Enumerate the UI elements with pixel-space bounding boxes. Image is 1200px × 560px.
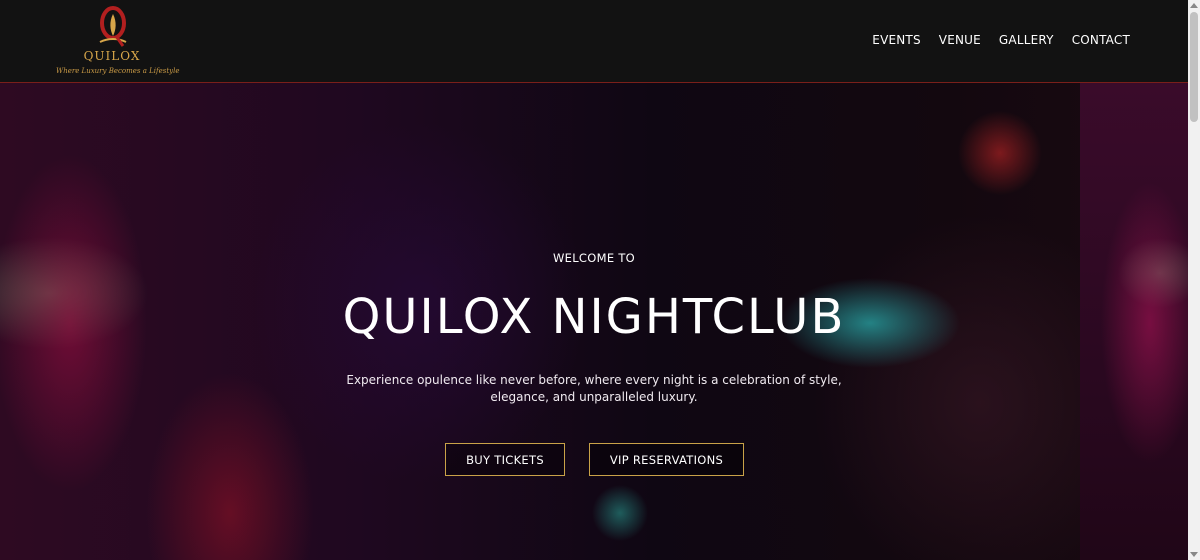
hero-subtitle: Experience opulence like never before, w… xyxy=(346,373,842,404)
scroll-down-arrow-icon[interactable] xyxy=(1190,552,1198,557)
site-logo[interactable]: QUILOX Where Luxury Becomes a Lifestyle xyxy=(56,4,180,78)
buy-tickets-button[interactable]: BUY TICKETS xyxy=(445,443,565,476)
main-nav: EVENTS VENUE GALLERY CONTACT xyxy=(872,33,1130,47)
q-flame-logo-icon xyxy=(99,6,127,47)
nav-item-contact[interactable]: CONTACT xyxy=(1072,33,1130,47)
hero-welcome-text: WELCOME TO xyxy=(552,251,636,265)
site-header: QUILOX Where Luxury Becomes a Lifestyle … xyxy=(0,0,1188,83)
scrollbar-thumb[interactable] xyxy=(1190,12,1198,122)
nav-item-venue[interactable]: VENUE xyxy=(939,33,981,47)
nav-item-events[interactable]: EVENTS xyxy=(872,33,921,47)
vip-reservations-button[interactable]: VIP RESERVATIONS xyxy=(589,443,744,476)
logo-wordmark: QUILOX xyxy=(83,49,141,63)
logo-tagline: Where Luxury Becomes a Lifestyle xyxy=(56,67,180,75)
hero-title: QUILOX NIGHTCLUB xyxy=(342,289,846,345)
nav-item-gallery[interactable]: GALLERY xyxy=(999,33,1054,47)
hero-content: WELCOME TO QUILOX NIGHTCLUB Experience o… xyxy=(0,83,1188,560)
hero-section: WELCOME TO QUILOX NIGHTCLUB Experience o… xyxy=(0,83,1188,560)
page-scrollbar[interactable] xyxy=(1188,0,1200,560)
scroll-up-arrow-icon[interactable] xyxy=(1190,3,1198,8)
